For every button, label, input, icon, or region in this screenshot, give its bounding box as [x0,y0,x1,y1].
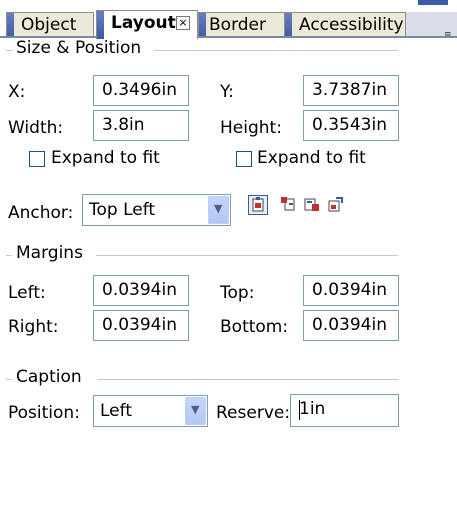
margin-top-field[interactable]: 0.0394in [303,275,399,306]
reserve-field[interactable]: 1in [290,394,399,427]
tab-stripe [7,13,14,38]
caption-position-select[interactable]: Left ▼ [93,395,208,427]
margin-top-label: Top: [220,283,255,303]
caption-position-label: Position: [8,403,80,423]
tab-accessibility[interactable]: Accessibility [284,12,406,38]
expand-width-checkbox[interactable] [29,151,45,167]
group-title: Caption [12,367,86,387]
tab-strip-accent [418,0,448,5]
anchor-edit-icon[interactable] [326,196,344,214]
margin-right-field[interactable]: 0.0394in [93,310,189,341]
chevron-down-icon[interactable]: ▼ [185,397,206,425]
x-field[interactable]: 0.3496in [93,75,189,106]
group-margins: Margins [6,243,398,265]
anchor-label: Anchor: [8,203,74,223]
close-tab-icon[interactable]: × [176,16,190,30]
anchor-value: Top Left [89,200,156,220]
x-label: X: [8,82,26,102]
expand-width-label: Expand to fit [51,148,160,168]
tab-stripe [285,13,292,38]
group-line [98,379,398,380]
tab-stripe [199,13,206,38]
height-label: Height: [220,118,282,138]
tab-label: Object [21,15,77,35]
anchor-layout-icon[interactable] [248,195,268,215]
tab-layout[interactable]: Layout × [96,10,198,39]
group-title: Size & Position [12,38,146,58]
expand-height-label: Expand to fit [257,148,366,168]
anchor-resize-icon[interactable] [303,196,321,214]
y-label: Y: [220,82,234,102]
margin-bottom-label: Bottom: [220,317,289,337]
reserve-label: Reserve: [216,403,291,423]
width-field[interactable]: 3.8in [93,110,189,141]
text-caret [299,400,300,420]
expand-height-checkbox[interactable] [236,151,252,167]
margin-left-label: Left: [8,283,46,303]
y-field[interactable]: 3.7387in [303,75,399,106]
height-field[interactable]: 0.3543in [303,110,399,141]
margin-right-label: Right: [8,317,59,337]
caption-position-value: Left [100,401,132,421]
margin-bottom-field[interactable]: 0.0394in [303,310,399,341]
chevron-down-icon[interactable]: ▼ [208,196,229,224]
margin-left-field[interactable]: 0.0394in [93,275,189,306]
width-label: Width: [8,118,64,138]
anchor-select[interactable]: Top Left ▼ [82,194,231,226]
anchor-move-icon[interactable] [280,196,298,214]
tab-strip: Object Layout × Border Accessibility ≡ [0,0,457,40]
tab-object[interactable]: Object [6,12,94,38]
tab-label: Border [209,15,266,35]
group-line [96,255,398,256]
tab-stripe [97,11,104,39]
group-line [154,50,398,51]
tab-label: Layout [111,13,176,33]
tab-border[interactable]: Border [198,12,286,38]
group-title: Margins [12,243,87,263]
tab-label: Accessibility [299,15,404,35]
group-caption: Caption [6,367,398,389]
overflow-menu-icon[interactable]: ≡ [444,30,452,40]
group-size-position: Size & Position [6,38,398,60]
